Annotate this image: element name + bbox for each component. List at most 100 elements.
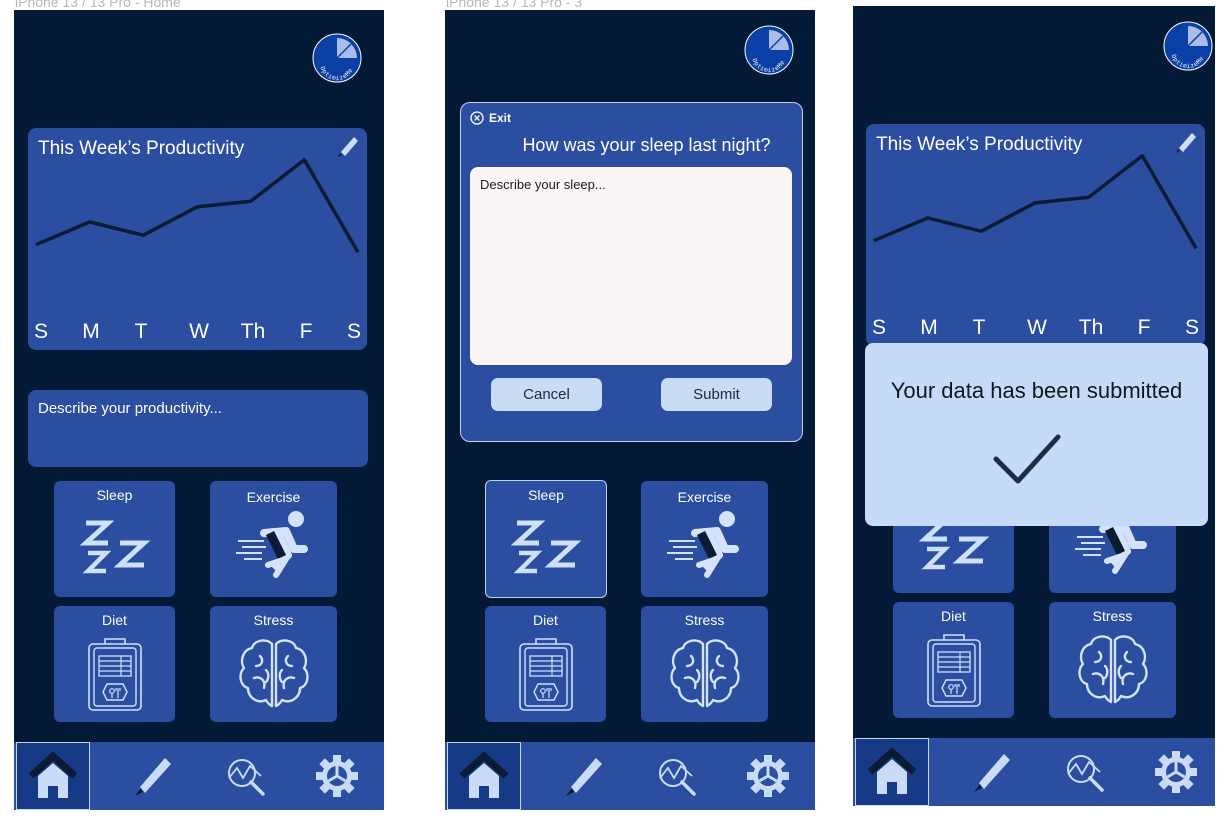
category-tile-stress[interactable]: Stress [641, 606, 768, 722]
submitted-toast: Your data has been submitted [865, 343, 1208, 526]
category-tile-stress[interactable]: Stress [210, 606, 337, 722]
chart-search-icon [659, 759, 696, 796]
category-tile-stress[interactable]: Stress [1049, 602, 1176, 718]
chart-search-icon [228, 759, 265, 796]
running-person-icon [666, 511, 739, 578]
pencil-icon [974, 754, 1010, 792]
sleep-zzz-icon [79, 520, 150, 574]
nav-item-analytics[interactable] [641, 742, 715, 810]
frame-caption-sleep: iPhone 13 / 13 Pro - 3 [446, 0, 583, 10]
sleep-entry-modal: Exit How was your sleep last night? Canc… [460, 102, 803, 442]
nav-item-settings[interactable] [731, 742, 805, 810]
nav-item-analytics[interactable] [210, 742, 284, 810]
toast-message: Your data has been submitted [890, 378, 1183, 403]
phone-home-screen: OptimizeMe This Week’s Productivity S M T W… [14, 10, 384, 810]
category-tile-sleep[interactable]: Sleep [485, 480, 607, 598]
pencil-icon [135, 758, 171, 796]
pencil-icon [566, 758, 602, 796]
sleep-description-input[interactable] [470, 167, 792, 365]
chart-search-icon [1067, 755, 1104, 792]
productivity-line [873, 154, 1198, 250]
category-tile-sleep[interactable]: Sleep [54, 481, 175, 597]
home-icon [460, 752, 508, 798]
category-label: Sleep [96, 487, 133, 503]
day-label: M [82, 320, 100, 343]
nav-item-journal[interactable] [953, 738, 1027, 806]
gear-icon [1155, 751, 1197, 793]
nav-item-settings[interactable] [300, 742, 374, 810]
category-tile-exercise[interactable]: Exercise [210, 481, 337, 597]
phone-submitted-screen: OptimizeMe This Week’s Productivity S M T W… [853, 6, 1215, 806]
nav-item-analytics[interactable] [1049, 738, 1123, 806]
app-logo: OptimizeMe [1163, 21, 1213, 71]
category-tile-diet[interactable]: Diet [893, 602, 1014, 718]
running-person-icon [235, 511, 308, 578]
clipboard-icon [518, 638, 573, 711]
sleep-question: How was your sleep last night? [522, 135, 771, 155]
day-label: W [1027, 316, 1047, 339]
exit-label: Exit [489, 111, 512, 125]
gear-icon [316, 755, 358, 797]
brain-icon [669, 639, 740, 708]
category-label: Exercise [677, 489, 732, 505]
day-label: M [920, 316, 938, 339]
productivity-chart [873, 154, 1198, 250]
submit-button[interactable]: Submit [661, 378, 772, 411]
productivity-title: This Week’s Productivity [38, 138, 245, 159]
bottom-nav [445, 742, 815, 810]
productivity-line [35, 158, 360, 254]
category-label: Stress [253, 612, 294, 628]
pencil-icon[interactable] [1172, 129, 1198, 155]
day-label: Th [1078, 316, 1104, 339]
category-label: Sleep [528, 487, 564, 503]
category-tile-exercise[interactable]: Exercise [641, 481, 768, 597]
bottom-nav [14, 742, 384, 810]
day-label: F [1137, 316, 1151, 339]
productivity-card: This Week’s Productivity S M T W Th F S [28, 128, 367, 350]
clipboard-icon [87, 638, 142, 711]
productivity-title: This Week’s Productivity [876, 134, 1083, 155]
clipboard-icon [926, 634, 981, 707]
brain-icon [238, 639, 309, 708]
day-label: F [299, 320, 313, 343]
description-placeholder: Describe your productivity... [38, 400, 222, 417]
category-tile-diet[interactable]: Diet [54, 606, 175, 722]
day-label: S [1184, 316, 1200, 339]
category-label: Stress [1092, 608, 1133, 624]
day-label: T [134, 320, 148, 343]
nav-item-journal[interactable] [545, 742, 619, 810]
checkmark-icon [993, 434, 1061, 484]
nav-item-home[interactable] [855, 738, 929, 806]
frame-caption-home: iPhone 13 / 13 Pro - Home [15, 0, 181, 10]
gear-icon [747, 755, 789, 797]
nav-item-journal[interactable] [114, 742, 188, 810]
category-label: Exercise [246, 489, 301, 505]
nav-item-home[interactable] [447, 742, 521, 810]
home-icon [868, 748, 916, 794]
brain-icon [1077, 635, 1148, 704]
nav-item-home[interactable] [16, 742, 90, 810]
nav-item-settings[interactable] [1139, 738, 1213, 806]
day-label: W [189, 320, 209, 343]
app-logo: OptimizeMe [312, 33, 362, 83]
day-label: S [346, 320, 362, 343]
pencil-icon[interactable] [334, 133, 360, 159]
cancel-button[interactable]: Cancel [491, 378, 602, 411]
category-label: Diet [533, 612, 558, 628]
productivity-description-input[interactable]: Describe your productivity... [28, 390, 368, 467]
phone-sleep-entry-screen: OptimizeMe Sleep Exercise Diet Stress Ex… [445, 10, 815, 810]
sleep-zzz-icon [511, 520, 581, 574]
day-label: S [33, 320, 49, 343]
category-label: Diet [941, 608, 966, 624]
home-icon [29, 752, 77, 798]
category-label: Diet [102, 612, 127, 628]
day-label: T [972, 316, 986, 339]
app-logo: OptimizeMe [744, 25, 794, 75]
close-circle-icon [470, 111, 484, 125]
bottom-nav [853, 738, 1215, 806]
productivity-card: This Week’s Productivity S M T W Th F S [866, 124, 1205, 346]
exit-button[interactable]: Exit [470, 111, 511, 125]
category-label: Stress [684, 612, 725, 628]
day-label: Th [240, 320, 266, 343]
category-tile-diet[interactable]: Diet [485, 606, 606, 722]
